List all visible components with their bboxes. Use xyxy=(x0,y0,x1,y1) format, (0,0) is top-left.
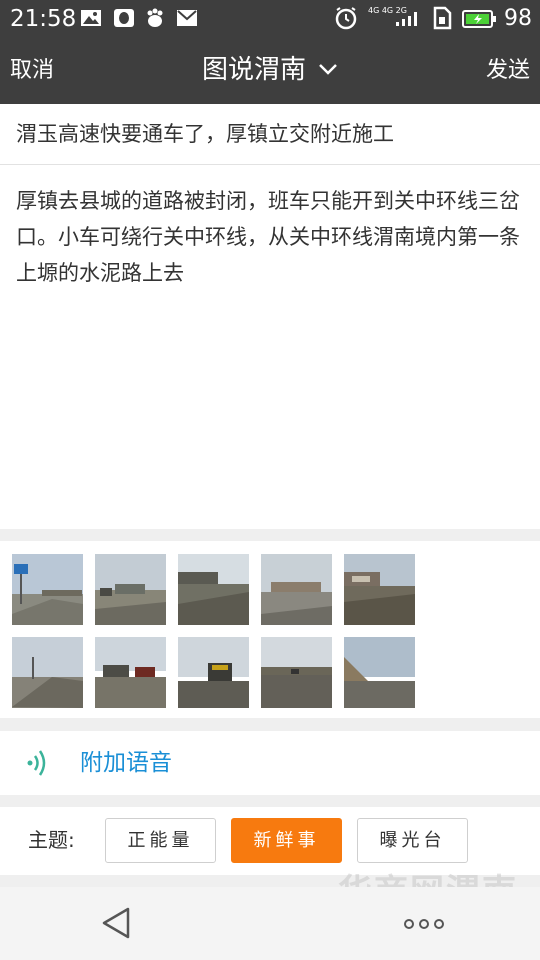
photo-thumbnail-9[interactable] xyxy=(261,637,332,708)
mail-icon xyxy=(177,10,197,26)
topic-selector: 主题: 正能量 新鲜事 曝光台 xyxy=(0,807,540,875)
battery-charging-icon xyxy=(462,10,496,28)
sim-icon xyxy=(433,6,452,30)
topic-fresh-news-button[interactable]: 新鲜事 xyxy=(231,818,342,863)
chevron-down-icon[interactable] xyxy=(318,62,338,76)
attach-voice-label: 附加语音 xyxy=(80,750,172,776)
photo-thumbnail-10[interactable] xyxy=(344,637,415,708)
alarm-icon xyxy=(335,7,357,30)
cancel-button[interactable]: 取消 xyxy=(10,56,54,86)
top-nav-bar: 取消 图说渭南 发送 xyxy=(0,38,540,104)
photo-thumbnail-6[interactable] xyxy=(12,637,83,708)
back-triangle-icon[interactable] xyxy=(98,905,134,941)
channel-title-dropdown[interactable]: 图说渭南 xyxy=(202,52,306,88)
voice-wave-icon xyxy=(27,750,46,776)
signal-icon xyxy=(396,12,417,26)
post-title-input[interactable]: 渭玉高速快要通车了，厚镇立交附近施工 xyxy=(0,104,540,165)
topic-exposure-button[interactable]: 曝光台 xyxy=(357,818,468,863)
topic-label: 主题: xyxy=(28,828,75,852)
send-button[interactable]: 发送 xyxy=(486,56,530,86)
photo-thumbnail-4[interactable] xyxy=(261,554,332,625)
photo-thumbnail-7[interactable] xyxy=(95,637,166,708)
attach-voice-button[interactable]: 附加语音 xyxy=(0,731,540,795)
post-body-text: 厚镇去县城的道路被封闭，班车只能开到关中环线三岔口。小车可绕行关中环线，从关中环… xyxy=(16,189,520,285)
photo-thumbnail-3[interactable] xyxy=(178,554,249,625)
topic-positive-energy-button[interactable]: 正能量 xyxy=(105,818,216,863)
baidu-paw-icon xyxy=(147,8,163,27)
post-title-text: 渭玉高速快要通车了，厚镇立交附近施工 xyxy=(16,122,394,146)
photo-thumbnail-1[interactable] xyxy=(12,554,83,625)
post-body-textarea[interactable]: 厚镇去县城的道路被封闭，班车只能开到关中环线三岔口。小车可绕行关中环线，从关中环… xyxy=(0,165,540,529)
photo-thumbnail-5[interactable] xyxy=(344,554,415,625)
status-time: 21:58 xyxy=(10,6,77,32)
image-icon xyxy=(81,10,101,26)
photo-thumbnail-2[interactable] xyxy=(95,554,166,625)
status-bar: 21:58 4G 4G 2G 98 xyxy=(0,0,540,38)
battery-level: 98 xyxy=(504,6,532,31)
more-dots-icon[interactable] xyxy=(402,917,446,931)
photo-thumbnail-8[interactable] xyxy=(178,637,249,708)
photo-grid xyxy=(0,541,540,718)
qq-icon xyxy=(114,9,134,27)
system-nav-bar xyxy=(0,887,540,960)
